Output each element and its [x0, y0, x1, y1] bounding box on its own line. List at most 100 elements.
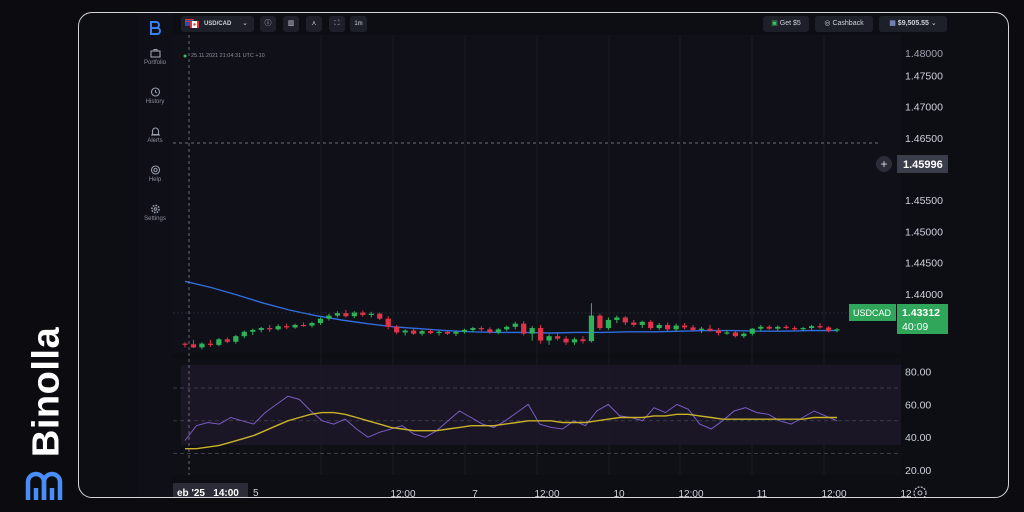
candle [284, 326, 290, 328]
alarm-icon [150, 127, 160, 136]
candle [461, 329, 468, 332]
oscillator-axis-label: 60.00 [905, 399, 931, 411]
candle [783, 326, 789, 329]
candle [825, 327, 832, 331]
get-bonus-button[interactable]: ▣ Get $5 [763, 16, 809, 32]
candle [216, 339, 222, 345]
candle [749, 328, 755, 334]
candle [614, 317, 620, 320]
price-chart[interactable]: 80.00 60.00 40.00 20.00 1.47500 1.47000 1.465… [173, 35, 1009, 498]
sidebar-item-portfolio[interactable]: Portfolio [137, 48, 173, 66]
time-axis-label: 10 [613, 489, 625, 498]
chart-settings-button[interactable] [913, 486, 927, 498]
candle [394, 326, 400, 333]
candle [512, 323, 518, 327]
indicators-button[interactable]: ⋏ [306, 16, 322, 32]
briefcase-icon [149, 48, 161, 58]
candle [808, 326, 815, 329]
sidebar-item-help[interactable]: Help [137, 165, 173, 183]
time-axis-label: 7 [472, 489, 478, 498]
sidebar-item-settings[interactable]: Settings [137, 204, 173, 222]
candle [250, 329, 256, 332]
time-axis-label: 12:00 [821, 489, 846, 498]
candle [224, 339, 230, 342]
candle [453, 331, 459, 334]
candle [292, 324, 298, 328]
candle [377, 313, 383, 319]
candle [343, 313, 349, 317]
candle [317, 318, 324, 324]
asset-selector[interactable]: USD/CAD ⌄ [181, 16, 254, 32]
help-icon [150, 165, 160, 175]
chevron-down-icon: ⌄ [930, 20, 937, 27]
candle [766, 326, 772, 329]
drawing-tools-button[interactable]: ⛶ [329, 16, 345, 32]
sidebar-item-label: Help [148, 177, 162, 183]
candle [715, 330, 722, 334]
candle [656, 324, 662, 329]
candle [326, 315, 332, 319]
candle [665, 324, 671, 330]
time-axis-label: 12 [900, 489, 912, 498]
price-axis-label: 1.44000 [905, 289, 943, 301]
candle [427, 331, 434, 334]
add-alert-icon: + [880, 157, 887, 171]
candle [741, 333, 747, 337]
candle [444, 331, 451, 334]
gift-icon: ▣ [771, 20, 778, 27]
candle [817, 326, 823, 328]
price-axis-label: 1.46500 [905, 133, 943, 145]
candle [698, 328, 705, 330]
crosshair-price-tag[interactable]: + 1.45996 [876, 155, 948, 173]
candle [385, 318, 391, 327]
oscillator-axis-label: 20.00 [905, 465, 931, 477]
cursor-time: eb '25 14:00 [177, 488, 239, 498]
candle [648, 321, 654, 329]
candle [495, 329, 501, 333]
us-flag-icon: ▦ [889, 20, 896, 27]
price-axis-label: 1.45000 [905, 226, 943, 238]
candle [622, 317, 628, 323]
gear-icon [913, 486, 927, 497]
candle [580, 339, 586, 342]
sidebar-item-label: Settings [144, 216, 166, 222]
candle [233, 336, 239, 342]
sidebar-item-alerts[interactable]: Alerts [137, 126, 173, 144]
time-axis-label: 12:00 [678, 489, 703, 498]
balance-selector[interactable]: ▦ $9,505.55 ⌄ [879, 16, 947, 32]
candle [309, 323, 315, 326]
candle [571, 339, 578, 343]
chart-type-button[interactable]: ▥ [283, 16, 299, 32]
candle [199, 343, 205, 348]
cursor-time-tail: 5 [253, 488, 259, 498]
candle [690, 327, 696, 330]
candle [275, 326, 281, 330]
chevron-down-icon: ⌄ [242, 20, 248, 27]
balance-value: $9,505.55 [897, 20, 929, 27]
info-button[interactable]: ⓘ [260, 16, 276, 32]
currency-flags-icon [185, 18, 199, 28]
oscillator-axis-label: 40.00 [905, 432, 931, 444]
time-axis-label: 12:00 [390, 489, 415, 498]
candle [775, 326, 781, 329]
candle [792, 328, 798, 330]
app-logo-icon [150, 21, 161, 35]
candle [334, 313, 341, 316]
current-price: 1.43312 [902, 307, 940, 319]
candle [267, 328, 273, 330]
sidebar-item-label: Alerts [147, 138, 163, 144]
sidebar: Portfolio History Alerts Help Settings [137, 13, 173, 497]
time-cursor-tag: eb '25 14:00 5 [173, 483, 259, 498]
drawing-icon: ⛶ [334, 20, 340, 27]
candle [605, 319, 611, 329]
chart-area[interactable]: 80.00 60.00 40.00 20.00 1.47500 1.47000 1.465… [173, 35, 1009, 498]
candle [436, 331, 442, 334]
chart-info-line: 25.11.2021 21:04:31 UTC +10 [191, 53, 265, 59]
candle [419, 331, 425, 334]
timeframe-button[interactable]: 1m [350, 16, 367, 32]
cashback-button[interactable]: ◎ Cashback [815, 16, 873, 32]
candle [470, 328, 476, 330]
get-bonus-label: Get $5 [779, 20, 801, 27]
price-axis-label: 1.47000 [905, 102, 943, 114]
sidebar-item-history[interactable]: History [137, 87, 173, 105]
